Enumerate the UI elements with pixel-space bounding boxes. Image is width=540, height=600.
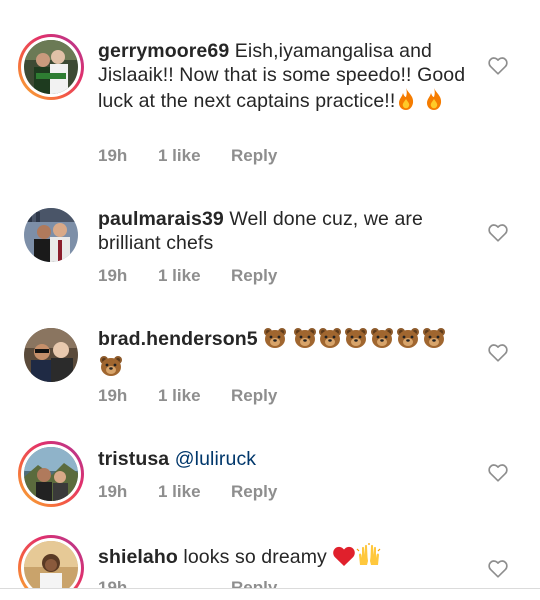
comments-list: gerrymoore69 Eish,iyamangalisa and Jisla… — [0, 0, 540, 588]
comment-username[interactable]: paulmarais39 — [98, 208, 224, 230]
reply-button[interactable]: Reply — [231, 578, 277, 588]
comment-time: 19h — [98, 482, 128, 501]
bear-face-icon — [263, 327, 287, 355]
comment-text: brad.henderson5 — [98, 327, 470, 383]
comment-time: 19h — [98, 386, 128, 405]
raised-hands-emoji-icon — [356, 543, 382, 573]
heart-icon[interactable] — [487, 55, 509, 77]
fire-emoji-icon — [395, 87, 417, 117]
avatar[interactable] — [18, 535, 84, 588]
comment-meta: 19h 1 like Reply — [98, 482, 277, 502]
comment-time: 19h — [98, 146, 128, 165]
reply-button[interactable]: Reply — [231, 146, 277, 166]
reply-button[interactable]: Reply — [231, 386, 277, 406]
reply-button[interactable]: Reply — [231, 266, 277, 286]
comment-likes[interactable]: 1 like — [158, 266, 231, 286]
avatar[interactable] — [24, 208, 78, 262]
comment-username[interactable]: brad.henderson5 — [98, 328, 258, 350]
comment-likes[interactable]: 1 like — [158, 386, 231, 406]
comment-time: 19h — [98, 266, 128, 285]
avatar[interactable] — [18, 441, 84, 507]
red-heart-emoji-icon — [332, 545, 356, 573]
bear-face-icon — [343, 327, 369, 355]
bear-face-icon — [98, 355, 124, 383]
comment-username[interactable]: shielaho — [98, 546, 178, 568]
bear-face-icon — [421, 327, 447, 355]
bear-face-icon — [317, 327, 343, 355]
heart-icon[interactable] — [487, 342, 509, 364]
heart-icon[interactable] — [487, 462, 509, 484]
comment-meta: 19h 1 like Reply — [98, 386, 277, 406]
comment-username[interactable]: tristusa — [98, 448, 169, 470]
comment-text: tristusa @luliruck — [98, 447, 470, 471]
bear-face-icon — [293, 327, 317, 355]
comment-username[interactable]: gerrymoore69 — [98, 40, 229, 62]
heart-icon[interactable] — [487, 222, 509, 244]
comment-time: 19h — [98, 578, 128, 588]
comment-text: gerrymoore69 Eish,iyamangalisa and Jisla… — [98, 39, 470, 117]
comment-likes[interactable]: 1 like — [158, 482, 231, 502]
mention-link[interactable]: @luliruck — [175, 448, 256, 470]
heart-icon[interactable] — [487, 558, 509, 580]
comment-meta: 19h 1 like Reply — [98, 266, 277, 286]
bear-face-icon — [369, 327, 395, 355]
bear-face-icon — [395, 327, 421, 355]
comment-meta: 19h 1 like Reply — [98, 146, 277, 166]
avatar[interactable] — [18, 34, 84, 100]
comment-text: shielaho looks so dreamy — [98, 543, 470, 573]
avatar[interactable] — [24, 328, 78, 382]
reply-button[interactable]: Reply — [231, 482, 277, 502]
comment-text: paulmarais39 Well done cuz, we are brill… — [98, 208, 423, 254]
comment-meta: 19h Reply — [98, 578, 277, 588]
comment-likes[interactable]: 1 like — [158, 146, 231, 166]
fire-emoji-icon — [423, 87, 445, 117]
bottom-bar — [0, 589, 540, 600]
